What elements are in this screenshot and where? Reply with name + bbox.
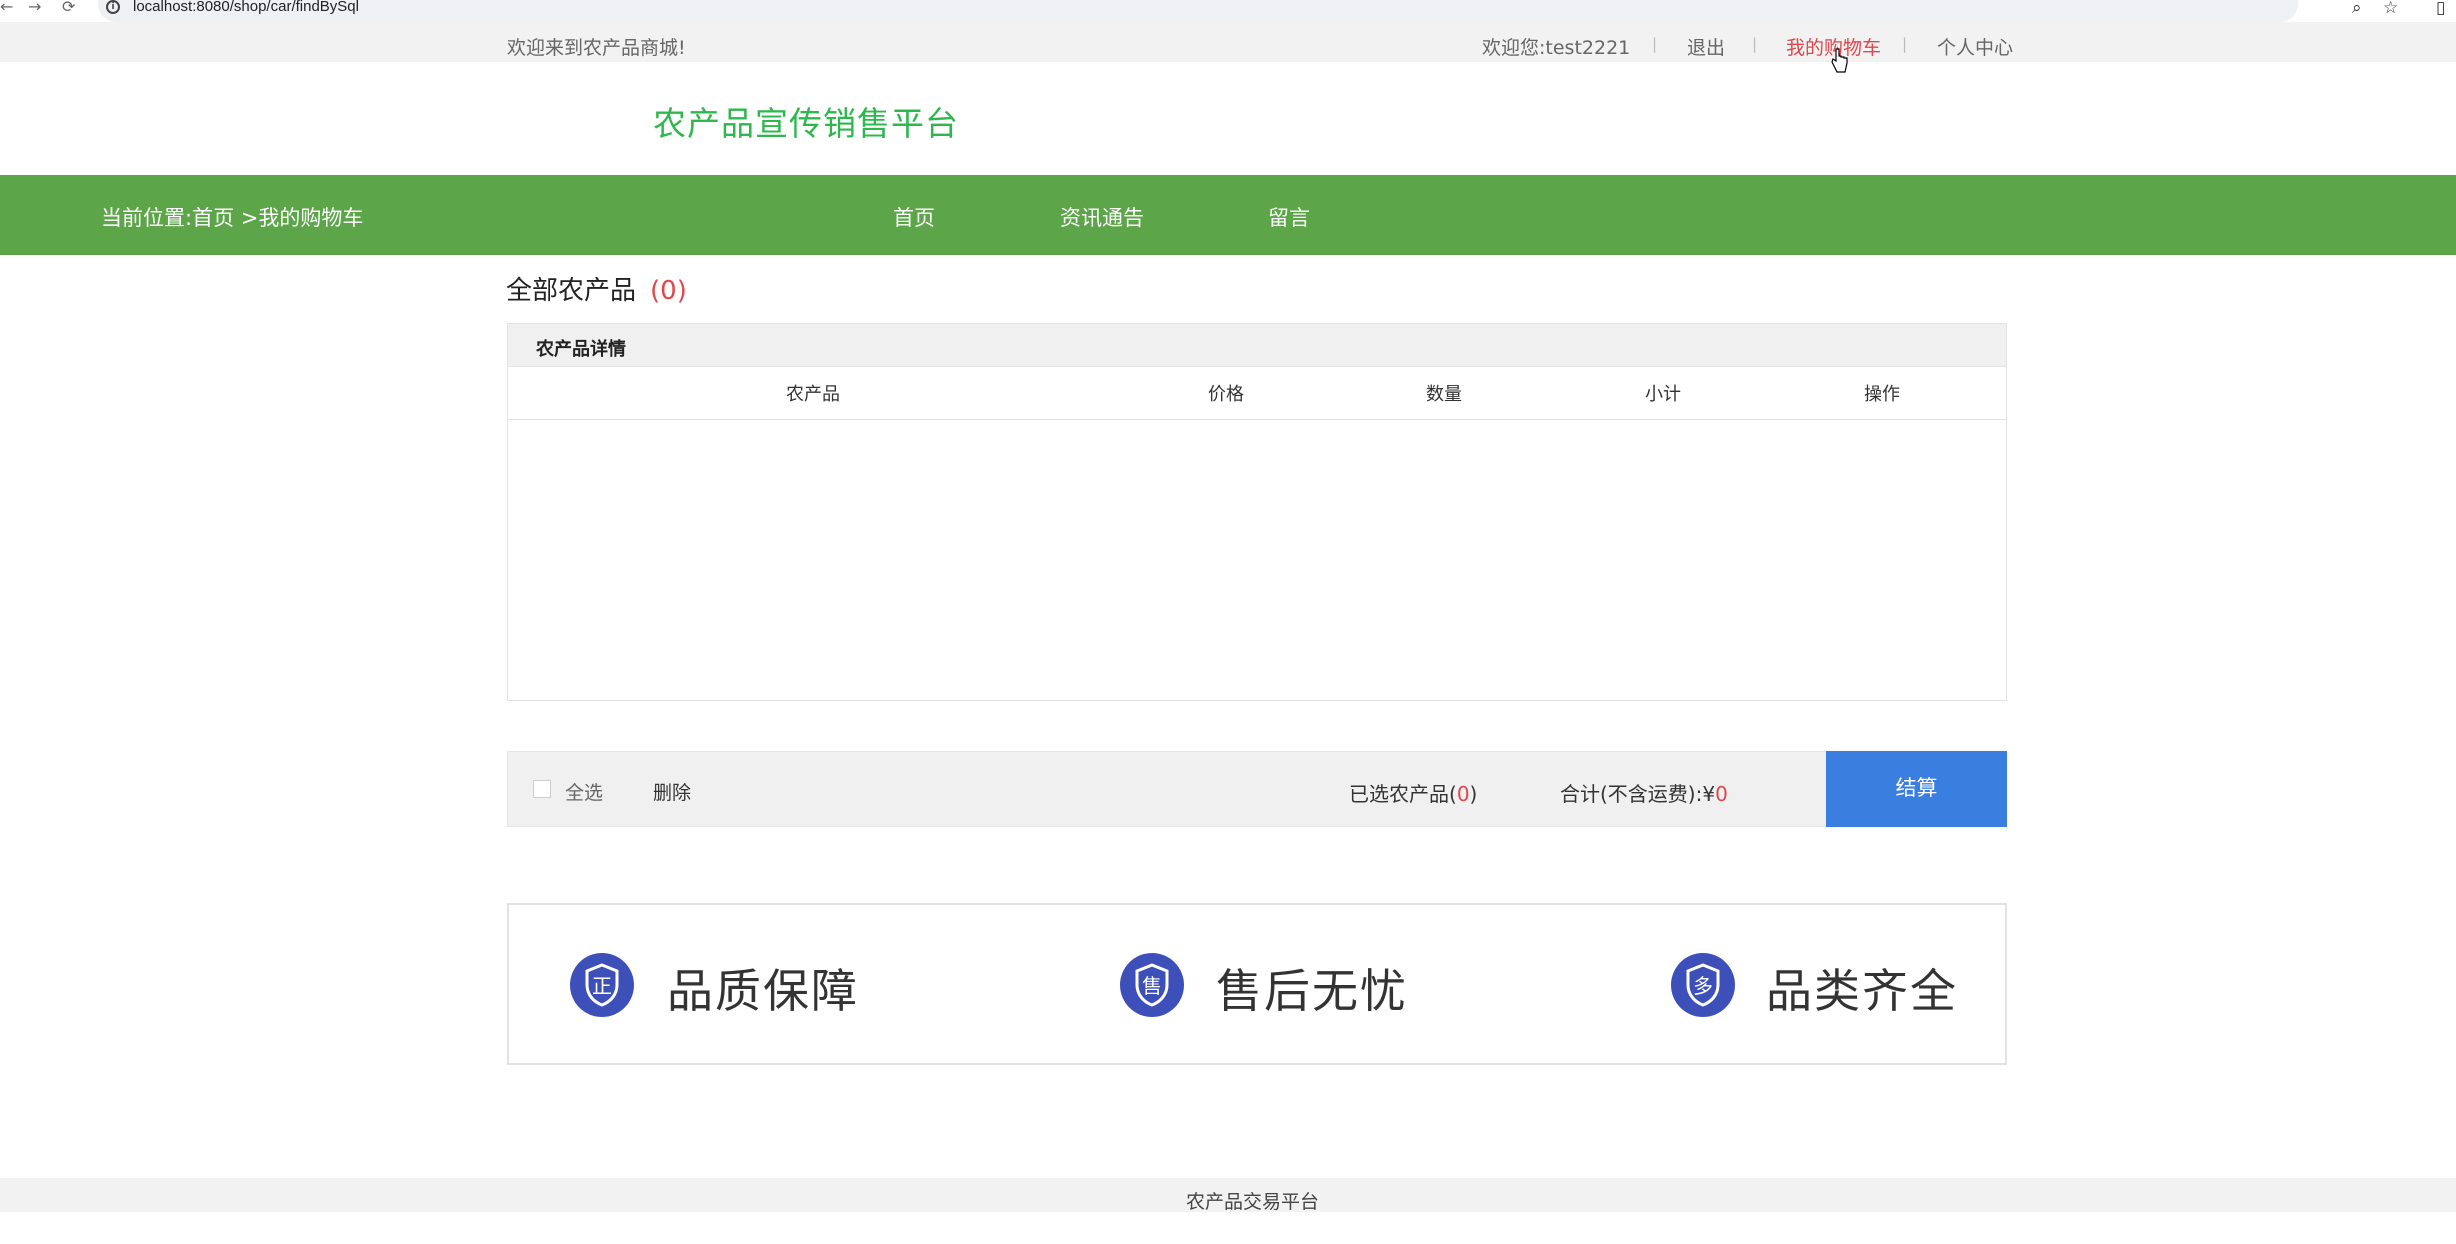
cart-heading-label: 全部农产品 — [506, 276, 637, 306]
top-info-bar — [0, 22, 2456, 62]
table-caption-bar: 农产品详情 — [508, 324, 2006, 367]
select-all-label[interactable]: 全选 — [565, 778, 603, 805]
table-caption: 农产品详情 — [536, 339, 626, 360]
after-sales-icon: 售 — [1120, 953, 1184, 1017]
selected-count-value: 0 — [1456, 782, 1470, 806]
cart-summary-bar — [507, 751, 2007, 827]
site-info-icon[interactable]: i — [106, 0, 120, 14]
quality-guarantee-label: 品质保障 — [667, 965, 859, 1017]
breadcrumb: 当前位置:首页 >我的购物车 — [101, 206, 364, 230]
nav-home[interactable]: 首页 — [893, 202, 935, 232]
cart-heading: 全部农产品 (0) — [506, 270, 687, 307]
forward-icon[interactable]: → — [28, 0, 41, 15]
separator: | — [1752, 35, 1758, 53]
address-bar[interactable] — [98, 0, 2298, 22]
total-price: 合计(不含运费):¥0 — [1560, 778, 1728, 807]
reload-icon[interactable]: ⟳ — [62, 0, 75, 15]
nav-news[interactable]: 资讯通告 — [1060, 202, 1144, 232]
column-header-quantity: 数量 — [1426, 384, 1462, 405]
browser-toolbar: ← → ⟳ i localhost:8080/shop/car/findBySq… — [0, 0, 2456, 22]
selected-label: 已选农产品( — [1349, 782, 1457, 806]
url-text[interactable]: localhost:8080/shop/car/findBySql — [133, 0, 359, 15]
separator: | — [1652, 35, 1658, 53]
separator: | — [1902, 35, 1908, 53]
divider — [508, 419, 2006, 420]
zoom-icon[interactable]: ⌕ — [2352, 0, 2362, 18]
back-icon[interactable]: ← — [0, 0, 13, 15]
pointer-cursor-icon — [1831, 48, 1848, 73]
select-all-checkbox[interactable] — [533, 780, 551, 798]
profile-link[interactable]: 个人中心 — [1937, 33, 2013, 60]
total-value: 0 — [1715, 782, 1728, 806]
main-nav — [0, 175, 2456, 255]
cart-item-count: (0) — [650, 276, 687, 306]
svg-text:多: 多 — [1693, 974, 1713, 998]
welcome-message: 欢迎来到农产品商城! — [507, 37, 686, 59]
cart-table: 农产品详情 农产品 价格 数量 小计 操作 — [507, 323, 2007, 701]
svg-text:正: 正 — [592, 974, 612, 998]
site-title[interactable]: 农产品宣传销售平台 — [653, 97, 959, 145]
logout-link[interactable]: 退出 — [1687, 33, 1725, 60]
variety-label: 品类齐全 — [1766, 965, 1958, 1017]
variety-icon: 多 — [1671, 953, 1735, 1017]
delete-button[interactable]: 删除 — [653, 778, 691, 805]
nav-messages[interactable]: 留言 — [1268, 202, 1310, 232]
column-header-price: 价格 — [1208, 384, 1244, 405]
user-greeting: 欢迎您:test2221 — [1482, 37, 1631, 59]
bookmark-star-icon[interactable]: ☆ — [2383, 0, 2398, 18]
selected-items-count: 已选农产品(0) — [1349, 778, 1477, 807]
checkout-button[interactable]: 结算 — [1826, 751, 2007, 827]
column-header-product: 农产品 — [786, 384, 840, 405]
quality-icon: 正 — [570, 953, 634, 1017]
footer-text: 农产品交易平台 — [1186, 1191, 1320, 1213]
total-label: 合计(不含运费):¥ — [1560, 782, 1716, 806]
svg-text:售: 售 — [1142, 974, 1162, 998]
column-header-subtotal: 小计 — [1645, 384, 1681, 405]
selected-suffix: ) — [1469, 782, 1478, 806]
after-sales-label: 售后无忧 — [1216, 965, 1408, 1017]
column-header-actions: 操作 — [1864, 384, 1900, 405]
side-panel-icon[interactable]: ▯ — [2436, 0, 2445, 18]
